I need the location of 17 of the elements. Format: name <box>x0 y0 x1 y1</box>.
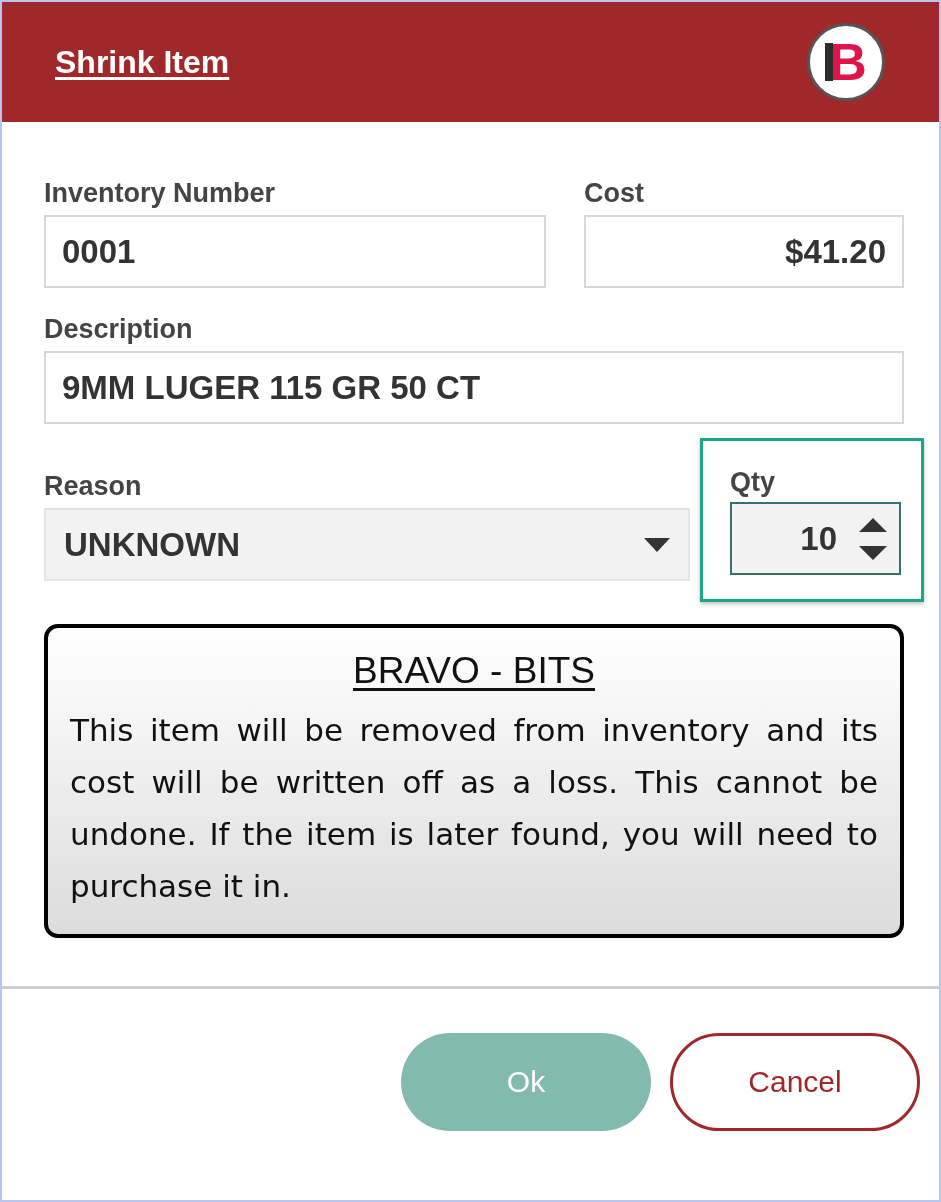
input-field[interactable]: 9MM LUGER 115 GR 50 CT <box>44 351 904 424</box>
field-label: Reason <box>44 471 143 502</box>
cancel-button[interactable]: Cancel <box>670 1033 920 1131</box>
window-title: Shrink Item <box>55 43 230 81</box>
up-down-arrows-icon[interactable] <box>857 515 889 562</box>
field-label: Description <box>44 314 194 345</box>
field-label: Qty <box>730 467 776 498</box>
notice-text: This item will be removed from inventory and its cost will be written off as a loss. This cannot be undone. If the item is later found, you will need to purchase it in. <box>70 711 878 906</box>
caret-icon <box>644 537 670 552</box>
field-label: Inventory Number <box>44 178 277 209</box>
input-field[interactable]: 0001 <box>44 215 546 288</box>
input-field[interactable]: $41.20 <box>584 215 904 288</box>
logo: B <box>807 23 885 101</box>
notice-title: BRAVO - BITS <box>353 650 595 692</box>
field-label: Cost <box>584 178 645 209</box>
quantity-spinner[interactable]: 10 <box>730 502 901 575</box>
reason-dropdown[interactable]: UNKNOWN <box>44 508 690 581</box>
